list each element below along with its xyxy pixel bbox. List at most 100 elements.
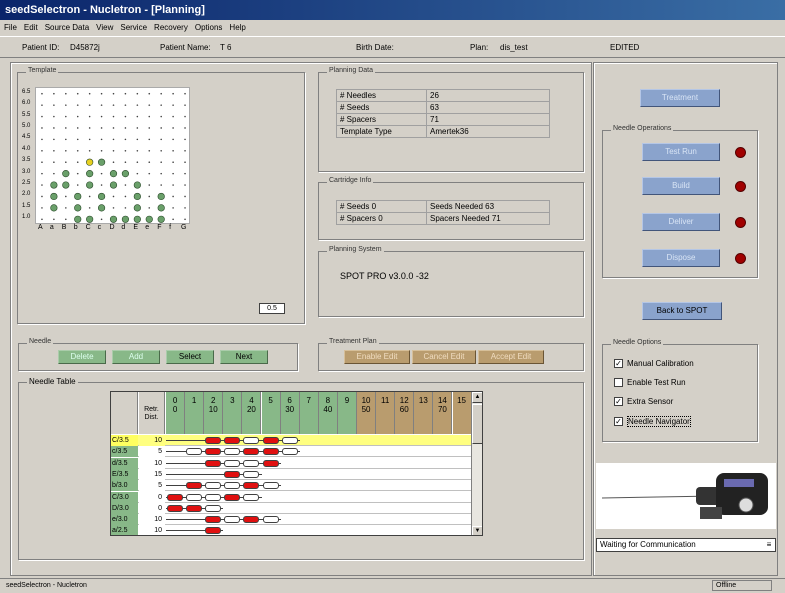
checkbox-icon[interactable]: ✓	[614, 417, 623, 426]
needle-table-column-header[interactable]: 9	[337, 392, 357, 434]
menu-item-options[interactable]: Options	[195, 20, 223, 36]
template-hole[interactable]	[172, 184, 174, 186]
template-hole[interactable]	[88, 104, 91, 106]
option-enable-test-run[interactable]: Enable Test Run	[614, 378, 686, 387]
template-hole[interactable]	[172, 127, 174, 129]
template-hole[interactable]	[184, 195, 186, 198]
template-hole[interactable]	[65, 127, 67, 129]
template-hole[interactable]	[160, 149, 162, 152]
template-hole[interactable]	[172, 218, 174, 221]
template-hole[interactable]	[53, 115, 55, 118]
template-hole[interactable]	[148, 184, 151, 186]
table-row[interactable]: e/3.0 10	[111, 514, 471, 526]
template-hole[interactable]	[124, 207, 127, 209]
template-hole[interactable]	[53, 172, 55, 175]
enable-edit-button[interactable]: Enable Edit	[344, 350, 410, 364]
template-hole[interactable]	[184, 138, 186, 141]
template-hole[interactable]	[76, 149, 79, 152]
template-hole[interactable]	[112, 207, 115, 209]
needle-marker[interactable]	[121, 215, 130, 223]
needle-marker[interactable]	[133, 181, 141, 189]
needle-table-column-header[interactable]: 15	[452, 392, 472, 434]
needle-table-column-header[interactable]: 00	[166, 392, 186, 434]
template-hole[interactable]	[41, 218, 43, 221]
needle-table-column-header[interactable]: 5	[261, 392, 281, 434]
template-hole[interactable]	[76, 115, 79, 118]
template-hole[interactable]	[41, 127, 43, 129]
template-hole[interactable]	[88, 207, 91, 209]
template-hole[interactable]	[172, 104, 174, 106]
needle-add-button[interactable]: Add	[112, 350, 160, 364]
template-hole[interactable]	[136, 104, 139, 106]
needle-table-column-header[interactable]: 8 40	[318, 392, 338, 434]
template-hole[interactable]	[41, 138, 43, 141]
template-hole[interactable]	[76, 172, 79, 175]
needle-marker[interactable]	[97, 204, 106, 212]
cancel-edit-button[interactable]: Cancel Edit	[412, 350, 476, 364]
needle-marker[interactable]	[74, 204, 82, 212]
template-hole[interactable]	[160, 127, 162, 129]
template-hole[interactable]	[148, 149, 151, 152]
template-hole[interactable]	[172, 195, 174, 198]
template-hole[interactable]	[41, 172, 43, 175]
template-hole[interactable]	[65, 138, 67, 141]
template-hole[interactable]	[41, 92, 43, 95]
needle-delete-button[interactable]: Delete	[58, 350, 106, 364]
needle-marker[interactable]	[62, 170, 70, 178]
menu-item-source-data[interactable]: Source Data	[45, 20, 89, 36]
template-grid-svg[interactable]	[36, 88, 191, 225]
needle-select-button[interactable]: Select	[166, 350, 214, 364]
template-hole[interactable]	[100, 104, 103, 106]
template-hole[interactable]	[124, 161, 127, 164]
template-hole[interactable]	[172, 92, 174, 95]
template-hole[interactable]	[65, 161, 67, 164]
needle-marker[interactable]	[133, 215, 141, 223]
table-row[interactable]: d/3.5 10	[111, 457, 471, 469]
template-hole[interactable]	[160, 138, 162, 141]
table-row[interactable]: C/3.0 0	[111, 491, 471, 503]
template-hole[interactable]	[53, 161, 55, 164]
menu-item-view[interactable]: View	[96, 20, 113, 36]
template-hole[interactable]	[65, 149, 67, 152]
needle-marker[interactable]	[74, 215, 82, 223]
template-hole[interactable]	[172, 149, 174, 152]
template-hole[interactable]	[136, 172, 139, 175]
needle-marker[interactable]	[109, 170, 118, 178]
needle-marker[interactable]	[86, 215, 94, 223]
needle-table-column-header[interactable]: 2 10	[204, 392, 224, 434]
template-hole[interactable]	[53, 138, 55, 141]
template-grid[interactable]	[35, 87, 190, 224]
table-row[interactable]: a/2.5 10	[111, 525, 471, 535]
build-button[interactable]: Build	[642, 177, 720, 195]
needle-marker[interactable]	[157, 204, 165, 212]
template-hole[interactable]	[41, 161, 43, 164]
template-hole[interactable]	[76, 184, 79, 186]
template-hole[interactable]	[88, 115, 91, 118]
template-hole[interactable]	[53, 149, 55, 152]
template-hole[interactable]	[53, 92, 55, 95]
template-hole[interactable]	[65, 195, 67, 198]
menu-item-recovery[interactable]: Recovery	[154, 20, 188, 36]
template-hole[interactable]	[112, 92, 115, 95]
template-hole[interactable]	[41, 207, 43, 209]
needle-marker[interactable]	[86, 181, 94, 189]
communication-menu-icon[interactable]: ≡	[764, 540, 774, 550]
template-hole[interactable]	[88, 127, 91, 129]
template-hole[interactable]	[172, 172, 174, 175]
table-row[interactable]: D/3.0 0	[111, 502, 471, 514]
template-hole[interactable]	[65, 104, 67, 106]
template-hole[interactable]	[148, 172, 151, 175]
template-hole[interactable]	[124, 184, 127, 186]
needle-table[interactable]: Retr. Dist. 0 0 1 2 10 3 4 20 5 6 30 7 8 40 9 10 50 11 12 6…	[110, 391, 483, 536]
template-hole[interactable]	[112, 127, 115, 129]
needle-marker[interactable]	[97, 158, 106, 166]
needle-marker[interactable]	[133, 192, 141, 201]
template-hole[interactable]	[184, 207, 186, 209]
needle-marker[interactable]	[50, 192, 58, 201]
needle-marker[interactable]	[157, 192, 165, 201]
template-hole[interactable]	[100, 92, 103, 95]
template-hole[interactable]	[65, 207, 67, 209]
template-hole[interactable]	[148, 104, 151, 106]
needle-table-column-header[interactable]: 7	[299, 392, 319, 434]
template-hole[interactable]	[100, 172, 103, 175]
